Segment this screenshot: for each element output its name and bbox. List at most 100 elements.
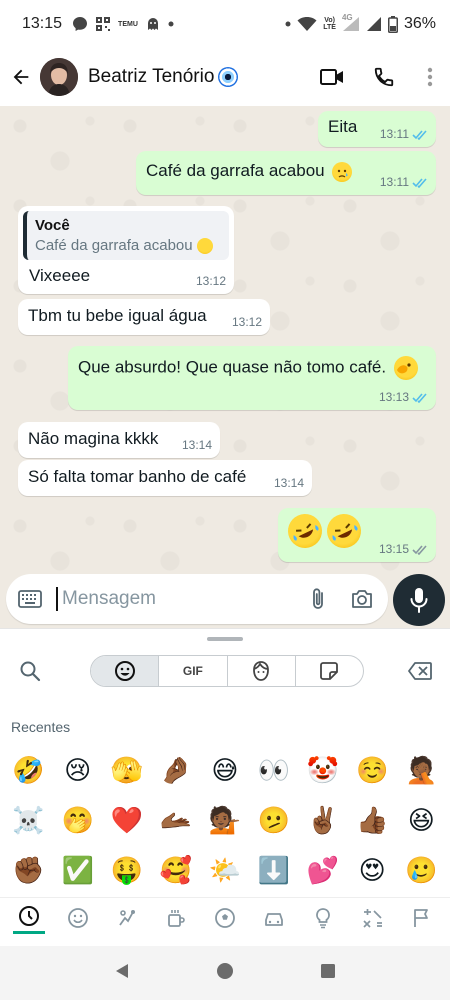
emoji-glyph: 🫴🏾 (159, 804, 193, 835)
emoji-search-button[interactable] (16, 657, 44, 685)
emoji-item[interactable]: 😅 (200, 745, 249, 795)
message-input[interactable]: Mensagem (56, 587, 296, 611)
category-objects[interactable] (307, 902, 339, 934)
avatar[interactable] (40, 58, 78, 96)
category-flags[interactable] (405, 902, 437, 934)
emoji-glyph: 🌤️ (208, 854, 242, 885)
emoji-glyph: ☠️ (12, 804, 45, 835)
emoji-item[interactable]: ❤️ (102, 795, 151, 845)
emoji-item[interactable]: 🤑 (102, 845, 151, 895)
backspace-button[interactable] (404, 657, 436, 685)
camera-button[interactable] (340, 577, 384, 621)
voice-call-button[interactable] (358, 55, 410, 99)
chat-area[interactable]: Eita 13:11 Café da garrafa acabou 13:11 … (0, 106, 450, 632)
tab-emoji[interactable] (91, 656, 160, 686)
category-animals[interactable] (111, 902, 143, 934)
attach-button[interactable] (296, 577, 340, 621)
lte-label: LTE (323, 24, 336, 31)
battery-icon (387, 15, 398, 33)
battery-percent: 36% (403, 15, 436, 32)
message-time: 13:14 (181, 438, 212, 452)
emoji-item[interactable]: 💕 (299, 845, 348, 895)
more-options-button[interactable] (410, 55, 450, 99)
category-food[interactable] (160, 902, 192, 934)
back-button[interactable] (4, 60, 38, 94)
message-text: Só falta tomar banho de café (28, 467, 247, 486)
video-call-button[interactable] (306, 55, 358, 99)
drag-handle[interactable] (207, 637, 243, 641)
emoji-item[interactable]: ✅ (53, 845, 102, 895)
emoji-item[interactable]: 😍 (348, 845, 397, 895)
ghost-icon (145, 16, 161, 32)
nav-recents-button[interactable] (319, 962, 337, 985)
emoji-item[interactable]: 🤡 (299, 745, 348, 795)
emoji-item[interactable]: 😢 (53, 745, 102, 795)
message-bubble-outgoing[interactable]: Eita 13:11 (318, 111, 436, 147)
dot-icon (285, 21, 291, 27)
animal-icon (119, 909, 135, 926)
recents-section-label: Recentes (11, 719, 71, 735)
message-bubble-incoming[interactable]: Não magina kkkk 13:14 (18, 422, 220, 458)
emoji-item[interactable]: ☠️ (4, 795, 53, 845)
tab-stickers[interactable] (296, 656, 363, 686)
nav-home-button[interactable] (216, 962, 234, 985)
message-bubble-incoming[interactable]: Tbm tu bebe igual água 13:12 (18, 299, 270, 335)
emoji-item[interactable]: 🌤️ (200, 845, 249, 895)
emoji-item[interactable]: 🤭 (53, 795, 102, 845)
keyboard-icon (18, 590, 42, 608)
message-bubble-outgoing[interactable]: Que absurdo! Que quase não tomo café. 13… (68, 346, 436, 410)
emoji-glyph: 🫣 (110, 754, 143, 785)
microphone-icon (410, 588, 428, 613)
evil-eye-icon (218, 67, 239, 87)
message-time: 13:12 (231, 315, 262, 329)
tab-avatar[interactable] (228, 656, 296, 686)
emoji-item[interactable]: ⬇️ (249, 845, 298, 895)
category-recent[interactable] (12, 902, 45, 934)
message-time: 13:11 (379, 175, 409, 189)
emoji-item[interactable]: 🫴🏾 (151, 795, 200, 845)
smiley-icon (67, 907, 88, 928)
chat-header: Beatriz Tenório (0, 48, 450, 106)
message-bubble-outgoing[interactable]: Café da garrafa acabou 13:11 (136, 151, 436, 195)
message-meta: 13:13 (379, 390, 428, 404)
emoji-item[interactable]: 🫤 (249, 795, 298, 845)
contact-name[interactable]: Beatriz Tenório (88, 66, 239, 88)
emoji-item[interactable]: 😆 (397, 795, 446, 845)
message-bubble-incoming[interactable]: Só falta tomar banho de café 13:14 (18, 460, 312, 496)
emoji-item[interactable]: 🥰 (151, 845, 200, 895)
category-travel[interactable] (258, 902, 290, 934)
message-bubble-outgoing[interactable]: 13:15 (278, 508, 436, 562)
messenger-icon (72, 16, 88, 32)
emoji-item[interactable]: 🤌🏾 (151, 745, 200, 795)
square-recents-icon (321, 963, 336, 978)
quoted-message[interactable]: Você Café da garrafa acabou (23, 211, 229, 261)
crying-face-emoji (332, 161, 353, 182)
quote-author: Você (35, 217, 70, 234)
emoji-item[interactable]: 🤦🏾 (397, 745, 446, 795)
emoji-item[interactable]: 🤣 (4, 745, 53, 795)
category-smileys[interactable] (62, 902, 94, 934)
emoji-glyph: 🥲 (405, 854, 438, 885)
category-symbols[interactable] (356, 902, 388, 934)
emoji-item[interactable]: 👍🏾 (348, 795, 397, 845)
emoji-item[interactable]: ✌🏾 (299, 795, 348, 845)
network-type: 4G (341, 13, 353, 22)
emoji-glyph: 😢 (64, 754, 92, 785)
double-check-delivered-icon (412, 544, 427, 555)
message-time: 13:11 (379, 127, 409, 141)
emoji-item[interactable]: 🫣 (102, 745, 151, 795)
nav-back-button[interactable] (113, 962, 131, 985)
emoji-item[interactable]: 💁🏾 (200, 795, 249, 845)
emoji-item[interactable]: 🥲 (397, 845, 446, 895)
voice-record-button[interactable] (393, 574, 445, 626)
emoji-item[interactable]: ☺️ (348, 745, 397, 795)
tab-gif[interactable]: GIF (159, 656, 228, 686)
emoji-item[interactable]: ✊🏾 (4, 845, 53, 895)
category-activity[interactable] (209, 902, 241, 934)
message-bubble-incoming[interactable]: Você Café da garrafa acabou Vixeeee 13:1… (18, 206, 234, 294)
message-text: Que absurdo! Que quase não tomo café. (78, 357, 387, 377)
emoji-item[interactable]: 👀 (249, 745, 298, 795)
message-composer: Mensagem (6, 574, 388, 624)
emoji-glyph: ⬇️ (257, 854, 291, 885)
keyboard-toggle-button[interactable] (8, 577, 52, 621)
